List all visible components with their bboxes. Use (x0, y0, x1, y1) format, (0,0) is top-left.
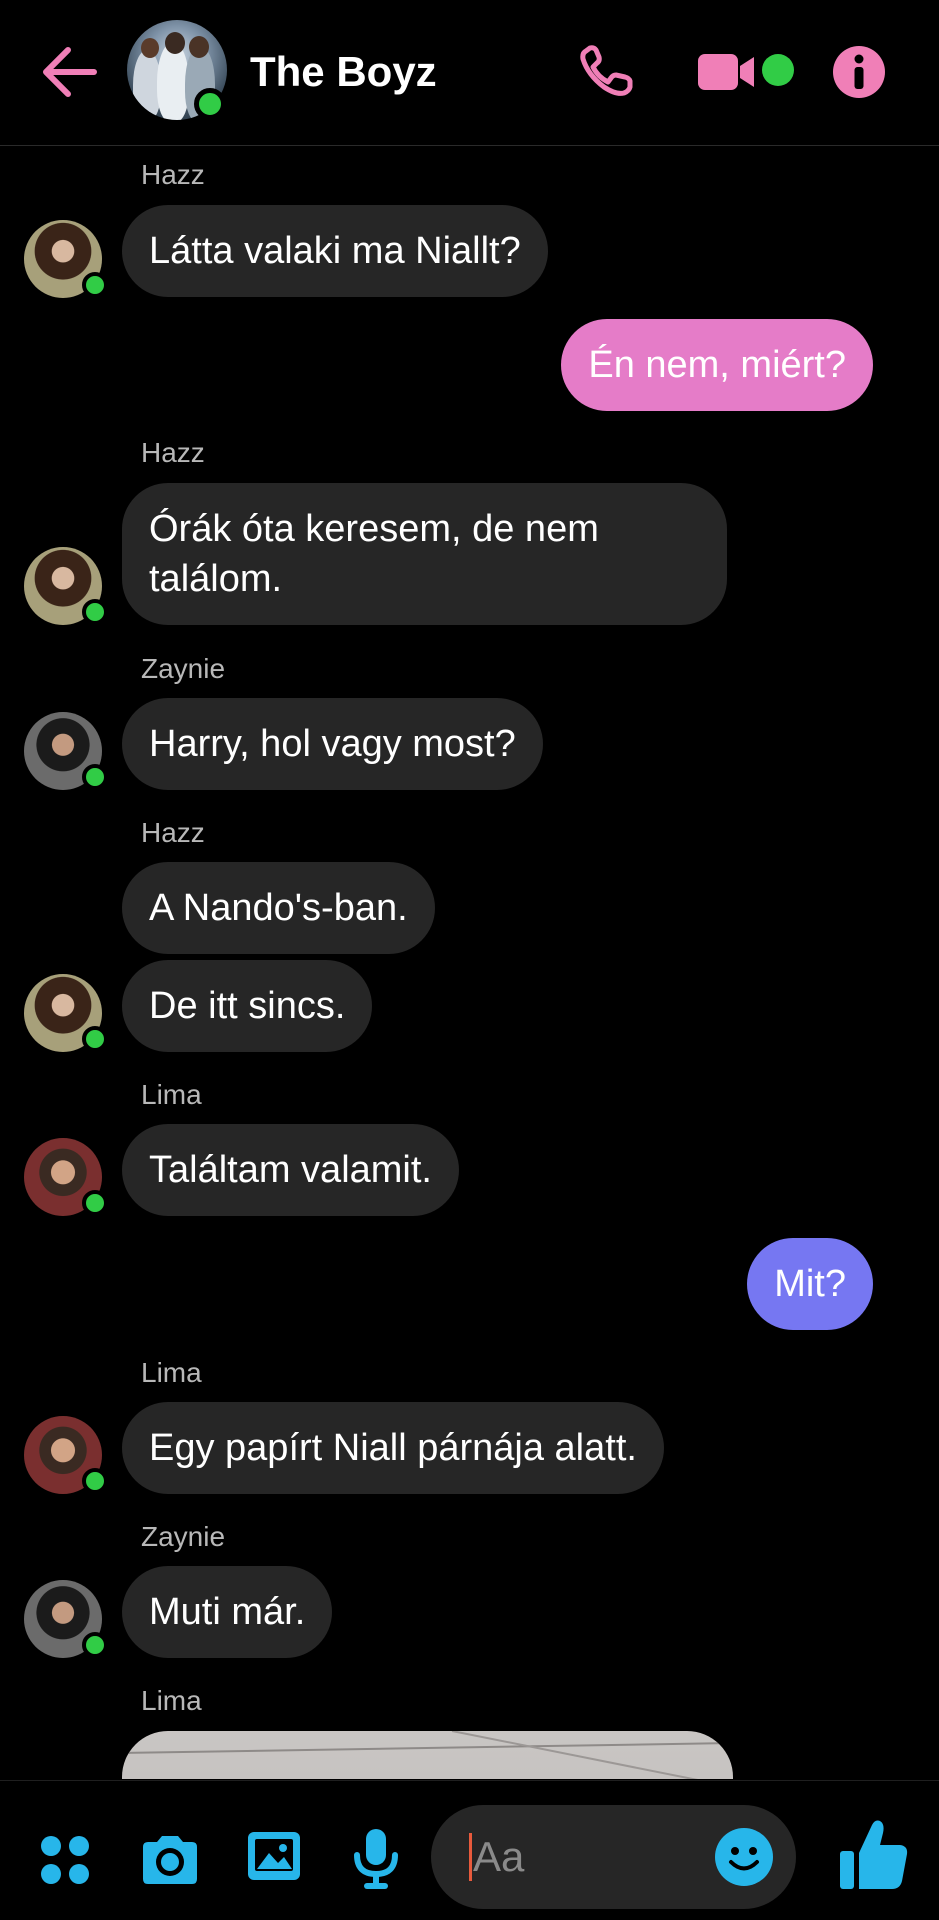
video-camera-icon[interactable] (696, 50, 758, 94)
my-message-bubble[interactable]: Mit? (747, 1238, 873, 1330)
chat-title[interactable]: The Boyz (250, 48, 437, 96)
text-caret (469, 1833, 472, 1881)
image-content (122, 1731, 733, 1779)
composer-bar (0, 1780, 939, 1920)
online-indicator (194, 88, 226, 120)
message-bubble[interactable]: De itt sincs. (122, 960, 373, 1052)
back-arrow-icon[interactable] (38, 44, 98, 100)
info-icon[interactable] (832, 45, 886, 99)
sender-name: Lima (141, 1357, 202, 1388)
avatar-lima[interactable] (24, 1416, 108, 1494)
avatar-hazz[interactable] (24, 974, 108, 1052)
message-input-container[interactable] (431, 1805, 796, 1909)
video-active-indicator (762, 54, 794, 86)
avatar-lima[interactable] (24, 1138, 108, 1216)
avatar-zaynie[interactable] (24, 712, 108, 790)
message-list[interactable]: Hazz Látta valaki ma Niallt? Én nem, mié… (0, 147, 939, 1779)
my-message-bubble[interactable]: Én nem, miért? (561, 319, 873, 411)
message-bubble[interactable]: A Nando's-ban. (122, 862, 435, 954)
phone-icon[interactable] (578, 45, 636, 97)
message-input[interactable] (473, 1825, 703, 1889)
sender-name: Zaynie (141, 653, 226, 684)
message-bubble[interactable]: Muti már. (122, 1566, 333, 1658)
sender-name: Hazz (141, 159, 205, 190)
avatar-hazz[interactable] (24, 547, 108, 625)
sender-name: Lima (141, 1079, 202, 1110)
sender-name: Hazz (141, 817, 205, 848)
sender-name: Lima (141, 1685, 202, 1716)
microphone-icon[interactable] (352, 1827, 400, 1891)
avatar-zaynie[interactable] (24, 1580, 108, 1658)
chat-header: The Boyz (0, 0, 939, 146)
thumbs-up-icon[interactable] (838, 1817, 910, 1893)
apps-icon[interactable] (40, 1835, 90, 1885)
camera-icon[interactable] (139, 1833, 201, 1887)
message-bubble[interactable]: Egy papírt Niall párnája alatt. (122, 1402, 664, 1494)
emoji-icon[interactable] (714, 1827, 774, 1887)
message-bubble[interactable]: Harry, hol vagy most? (122, 698, 543, 790)
message-bubble[interactable]: Találtam valamit. (122, 1124, 459, 1216)
sender-name: Hazz (141, 437, 205, 468)
message-bubble[interactable]: Látta valaki ma Niallt? (122, 205, 548, 297)
avatar-hazz[interactable] (24, 220, 108, 298)
gallery-icon[interactable] (245, 1829, 303, 1883)
message-bubble[interactable]: Órák óta keresem, de nem találom. (122, 483, 727, 625)
image-attachment[interactable] (122, 1731, 733, 1779)
sender-name: Zaynie (141, 1521, 226, 1552)
